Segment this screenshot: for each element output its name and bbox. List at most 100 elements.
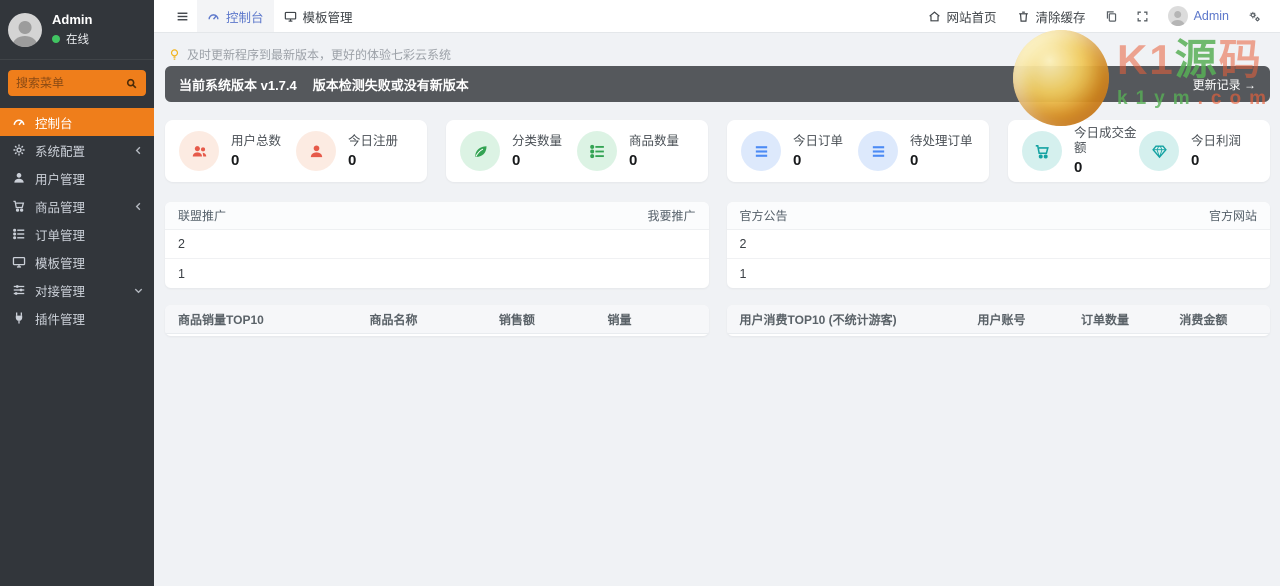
sidebar-toggle-button[interactable] [168, 0, 197, 32]
version-text: 当前系统版本 v1.7.4 [179, 77, 297, 93]
list-icon [12, 227, 26, 241]
search-input[interactable] [16, 76, 125, 90]
stat-label: 分类数量 [512, 133, 563, 148]
column-header: 用户账号 [977, 312, 1026, 327]
list-item[interactable]: 2 [165, 230, 709, 259]
list-item[interactable]: 2 [726, 230, 1270, 259]
table-top-products: 商品销量TOP10 商品名称 销售额 销量 [165, 305, 709, 336]
chevron-down-icon [133, 285, 144, 296]
cart-icon [1022, 131, 1062, 171]
list-icon [858, 131, 898, 171]
sidebar-item-order-management[interactable]: 订单管理 [0, 220, 154, 248]
list-item-text: 1 [739, 266, 747, 281]
sidebar-item-user-management[interactable]: 用户管理 [0, 164, 154, 192]
affiliate-action-link[interactable]: 我要推广 [647, 207, 695, 224]
plug-icon [12, 311, 26, 325]
version-status-text: 版本检测失败或没有新版本 [312, 77, 469, 93]
update-log-link[interactable]: 更新记录 → [1193, 76, 1256, 93]
stat-value: 0 [1074, 159, 1083, 176]
official-site-link[interactable]: 官方网站 [1209, 207, 1257, 224]
stat-item: 今日订单 0 [741, 131, 858, 171]
sidebar-item-label: 插件管理 [35, 312, 86, 327]
search-icon[interactable] [125, 77, 138, 90]
column-header: 销售额 [498, 312, 535, 327]
stat-item: 今日注册 0 [296, 131, 413, 171]
list-item-text: 2 [739, 237, 747, 251]
table-title: 用户消费TOP10 (不统计游客) [739, 312, 897, 327]
sidebar: Admin 在线 控制台 系统配置 [0, 0, 154, 586]
navbar-user-menu[interactable]: Admin [1158, 0, 1239, 32]
stat-value: 0 [512, 151, 521, 169]
fullscreen-button[interactable] [1127, 0, 1158, 32]
list-item-text: 2 [178, 237, 185, 251]
gem-icon [1139, 131, 1179, 171]
user-status-label: 在线 [66, 34, 89, 46]
users-icon [179, 131, 219, 171]
lightbulb-icon [168, 48, 181, 61]
sliders-icon [12, 283, 26, 297]
stat-card-catalog: 分类数量 0 商品数量 0 [446, 120, 708, 182]
tab-label: 模板管理 [302, 10, 353, 25]
panel-title: 联盟推广 [178, 209, 227, 223]
stat-label: 今日订单 [793, 133, 844, 148]
gear-icon [12, 143, 26, 157]
site-home-link[interactable]: 网站首页 [918, 0, 1007, 32]
main-area: 控制台 模板管理 网站首页 清除缓存 Admin 及时更新程序到最新版本，更好的… [154, 0, 1280, 586]
stat-value: 0 [793, 151, 802, 169]
top-navbar: 控制台 模板管理 网站首页 清除缓存 Admin [154, 0, 1280, 33]
app-window: Admin 在线 控制台 系统配置 [0, 0, 1280, 586]
list-item-text: 1 [178, 266, 185, 281]
sidebar-item-plugin-management[interactable]: 插件管理 [0, 304, 154, 332]
list-icon [741, 131, 781, 171]
online-dot-icon [52, 35, 60, 43]
stat-item: 分类数量 0 [460, 131, 577, 171]
list-item[interactable]: 1 [727, 259, 1271, 288]
list-item[interactable]: 1 [165, 259, 709, 288]
home-icon [928, 10, 941, 23]
sidebar-item-product-management[interactable]: 商品管理 [0, 192, 154, 220]
desktop-icon [12, 255, 26, 269]
sidebar-item-label: 控制台 [35, 116, 73, 131]
column-header: 订单数量 [1081, 312, 1130, 327]
stat-value: 0 [629, 151, 638, 169]
sidebar-item-label: 系统配置 [35, 144, 86, 159]
panel-affiliate: 联盟推广 我要推广 2 1 [165, 202, 709, 288]
settings-button[interactable] [1239, 0, 1270, 32]
navbar-user-label: Admin [1193, 9, 1229, 23]
sidebar-item-integration-management[interactable]: 对接管理 [0, 276, 154, 304]
sidebar-search[interactable] [8, 70, 146, 96]
sidebar-item-template-management[interactable]: 模板管理 [0, 248, 154, 276]
clear-cache-label: 清除缓存 [1035, 10, 1086, 25]
cogs-icon [1248, 10, 1261, 23]
user-name: Admin [52, 12, 93, 27]
chevron-left-icon [133, 201, 144, 212]
tachometer-icon [207, 10, 220, 23]
stat-label: 今日成交金额 [1074, 126, 1137, 155]
tab-dashboard[interactable]: 控制台 [197, 0, 274, 32]
table-top-consumers: 用户消费TOP10 (不统计游客) 用户账号 订单数量 消费金额 [726, 305, 1270, 336]
user-avatar [8, 12, 42, 47]
clear-cache-link[interactable]: 清除缓存 [1007, 0, 1096, 32]
stat-item: 今日利润 0 [1139, 131, 1256, 171]
sidebar-item-system-config[interactable]: 系统配置 [0, 136, 154, 164]
sidebar-user-panel: Admin 在线 [0, 0, 154, 60]
column-header: 销量 [607, 312, 632, 327]
user-icon [12, 171, 26, 185]
stat-label: 待处理订单 [910, 133, 973, 148]
column-header: 商品名称 [369, 312, 418, 327]
chevron-left-icon [133, 145, 144, 156]
stat-label: 今日注册 [348, 133, 399, 148]
stat-label: 用户总数 [231, 133, 282, 148]
hamburger-icon [176, 10, 189, 23]
tab-template-management[interactable]: 模板管理 [274, 0, 363, 32]
sidebar-menu: 控制台 系统配置 用户管理 商品管理 订单管理 模板管理 对接管理 插件管理 [0, 108, 154, 332]
stat-card-users: 用户总数 0 今日注册 0 [165, 120, 427, 182]
paste-button[interactable] [1096, 0, 1127, 32]
sidebar-item-label: 用户管理 [35, 172, 86, 187]
sidebar-item-dashboard[interactable]: 控制台 [0, 108, 154, 136]
update-notice: 及时更新程序到最新版本，更好的体验七彩云系统 [165, 46, 1270, 62]
sidebar-item-label: 对接管理 [35, 284, 86, 299]
stat-item: 今日成交金额 0 [1022, 126, 1139, 176]
panels-row: 联盟推广 我要推广 2 1 官方公告 官方网站 2 1 [165, 202, 1270, 288]
content-area: 及时更新程序到最新版本，更好的体验七彩云系统 当前系统版本 v1.7.4 版本检… [154, 33, 1280, 586]
